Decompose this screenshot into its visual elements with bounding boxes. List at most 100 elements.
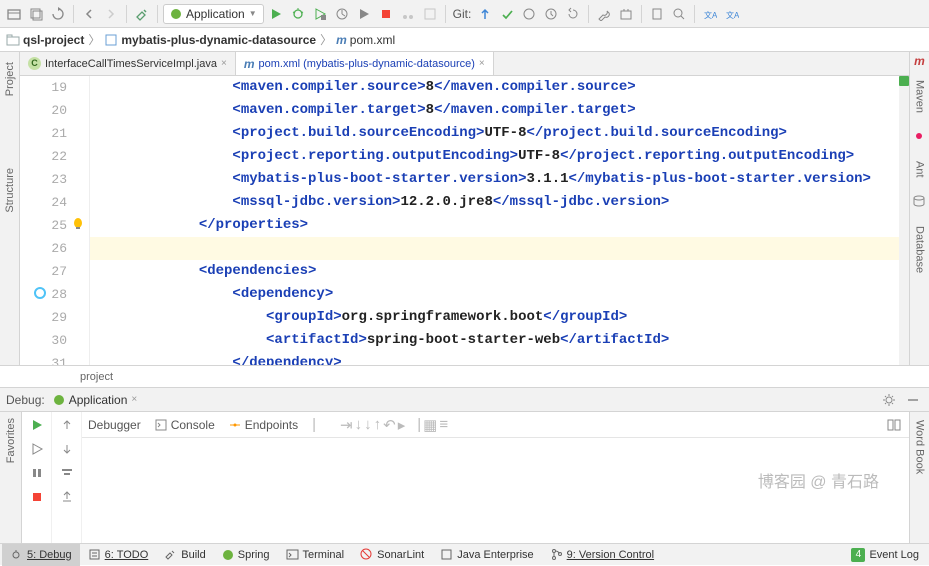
sb-spring-label: Spring [238,549,270,561]
console-output[interactable]: 博客园 @ 青石路 [82,438,909,543]
sb-java-enterprise[interactable]: Java Enterprise [432,544,541,566]
database-icon[interactable] [912,194,928,210]
editor-tab-java[interactable]: C InterfaceCallTimesServiceImpl.java × [20,52,236,75]
attach-icon[interactable] [354,4,374,24]
sb-je-label: Java Enterprise [457,549,533,561]
forward-icon[interactable] [101,4,121,24]
minimize-icon[interactable] [903,390,923,410]
git-compare-icon[interactable] [519,4,539,24]
run-icon[interactable] [266,4,286,24]
sb-terminal[interactable]: Terminal [278,544,353,566]
gradle-icon[interactable] [398,4,418,24]
emulator-icon[interactable] [647,4,667,24]
pause-icon[interactable] [28,464,46,482]
editor-tab-pom[interactable]: m pom.xml (mybatis-plus-dynamic-datasour… [236,52,494,75]
tab-console[interactable]: Console [155,418,215,432]
run-to-cursor-icon[interactable]: ▸ [398,416,406,434]
sb-build[interactable]: Build [156,544,213,566]
git-update-icon[interactable] [475,4,495,24]
compile-icon[interactable] [420,4,440,24]
breadcrumb: qsl-project 〉 mybatis-plus-dynamic-datas… [0,28,929,52]
force-step-icon[interactable]: ↓ [364,416,372,433]
translate-icon[interactable]: 文A [700,4,720,24]
main-toolbar: Application ▼ Git: 文A 文A [0,0,929,28]
sb-debug[interactable]: 5: Debug [2,544,80,566]
side-database[interactable]: Database [914,222,926,277]
back-icon[interactable] [79,4,99,24]
git-history-icon[interactable] [541,4,561,24]
sb-event-label: Event Log [869,549,919,561]
step-out-icon[interactable]: ↑ [374,416,382,433]
down-icon[interactable] [58,440,76,458]
side-favorites[interactable]: Favorites [5,414,17,467]
sb-sonarlint[interactable]: SonarLint [352,544,432,566]
editor: C InterfaceCallTimesServiceImpl.java × m… [20,52,909,365]
side-structure[interactable]: Structure [4,164,16,217]
stop-icon[interactable] [28,488,46,506]
editor-body[interactable]: 19 20 21 22 23 24 25 26 27 28 29 30 31 <… [20,76,909,365]
rerun-icon[interactable] [28,416,46,434]
evaluate-icon[interactable]: ▦ [423,416,437,434]
coverage-icon[interactable] [310,4,330,24]
breadcrumb-module-label: mybatis-plus-dynamic-datasource [121,33,316,47]
wrench-icon[interactable] [594,4,614,24]
project-icon[interactable] [2,104,18,120]
settings-icon[interactable] [616,4,636,24]
tab-endpoints[interactable]: Endpoints [229,418,298,432]
breadcrumb-file[interactable]: m pom.xml [336,33,395,47]
debug-app-tab[interactable]: Application × [53,393,138,407]
close-icon[interactable]: × [221,58,227,69]
build-icon[interactable] [132,4,152,24]
search-everywhere-icon[interactable] [669,4,689,24]
run-config-selector[interactable]: Application ▼ [163,4,264,24]
separator [73,5,74,23]
side-ant[interactable]: Ant [914,157,926,182]
step-into-icon[interactable]: ↓ [355,416,363,433]
stop-icon[interactable] [376,4,396,24]
tab-debugger[interactable]: Debugger [88,418,141,432]
breadcrumb-module[interactable]: mybatis-plus-dynamic-datasource [104,33,316,47]
step-over-icon[interactable]: ⇥ [340,416,353,434]
drop-frame-icon[interactable]: ↶ [383,416,396,434]
code-area[interactable]: <maven.compiler.source>8</maven.compiler… [90,76,909,365]
sb-version-control[interactable]: 9: Version Control [542,544,662,566]
crumb-item[interactable]: project [80,371,113,383]
git-commit-icon[interactable] [497,4,517,24]
debug-title: Debug: [6,393,45,407]
trace-icon[interactable]: ≡ [439,416,448,433]
gear-icon[interactable] [879,390,899,410]
error-stripe[interactable] [899,76,909,365]
left-tool-stripe: Project Structure [0,52,20,365]
export-icon[interactable] [58,488,76,506]
gutter-marker-icon[interactable] [33,286,47,300]
side-project[interactable]: Project [4,58,16,100]
rerun2-icon[interactable] [28,440,46,458]
open-icon[interactable] [4,4,24,24]
close-icon[interactable]: × [131,394,137,405]
bulb-icon[interactable] [71,217,85,231]
debug-header: Debug: Application × [0,388,929,412]
separator [694,5,695,23]
translate2-icon[interactable]: 文A [722,4,742,24]
debug-icon [10,548,23,561]
side-wordbook[interactable]: Word Book [914,416,926,478]
refresh-icon[interactable] [48,4,68,24]
close-icon[interactable]: × [479,58,485,69]
breadcrumb-project[interactable]: qsl-project [6,33,84,47]
layout-icon[interactable] [885,416,903,434]
side-maven[interactable]: Maven [914,76,926,117]
ant-icon[interactable] [912,129,928,145]
up-icon[interactable] [58,416,76,434]
debug-icon[interactable] [288,4,308,24]
save-all-icon[interactable] [26,4,46,24]
git-label: Git: [451,7,474,21]
git-rollback-icon[interactable] [563,4,583,24]
profile-icon[interactable] [332,4,352,24]
sb-spring[interactable]: Spring [214,544,278,566]
sb-todo[interactable]: 6: TODO [80,544,157,566]
sb-event-log[interactable]: 4 Event Log [843,544,927,566]
filter-icon[interactable] [58,464,76,482]
maven-icon[interactable]: m [914,54,925,68]
enterprise-icon [440,548,453,561]
chevron-right-icon: 〉 [88,31,100,48]
